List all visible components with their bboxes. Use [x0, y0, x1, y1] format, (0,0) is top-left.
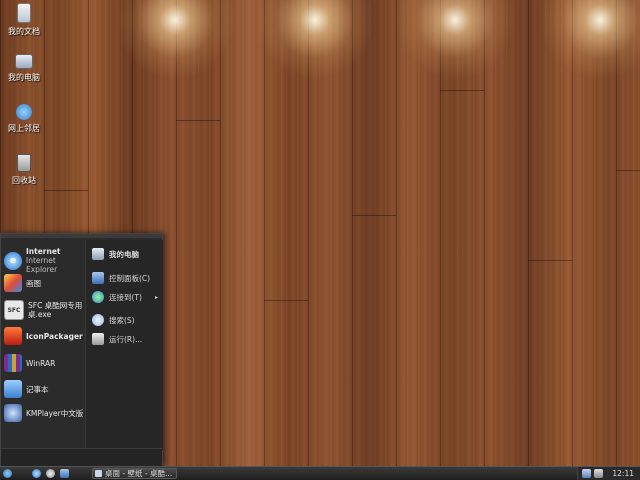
sfc-app-icon: SFC — [4, 300, 24, 320]
start-menu-header — [1, 234, 162, 238]
start-item-kmplayer[interactable]: KMPlayer中文版 — [4, 404, 83, 422]
plank-seam — [44, 190, 88, 191]
desktop-icon-my-documents[interactable]: 我的文档 — [4, 3, 44, 37]
start-item-connect-to[interactable]: 连接到(T) ▸ — [92, 291, 162, 303]
control-panel-icon — [92, 272, 104, 284]
ceiling-light — [540, 0, 640, 80]
start-menu: e Internet Internet Explorer 画图 SFC SFC … — [0, 233, 163, 466]
notepad-icon — [4, 380, 22, 398]
iconpackager-icon — [4, 327, 22, 345]
start-menu-footer — [1, 448, 162, 466]
tray-volume-icon[interactable] — [594, 469, 603, 478]
plank-seam — [528, 260, 572, 261]
desktop-icon-label: 我的电脑 — [8, 73, 40, 82]
paint-icon — [4, 274, 22, 292]
quicklaunch-desktop-icon[interactable] — [60, 469, 69, 478]
start-item-paint[interactable]: 画图 — [4, 274, 41, 292]
network-places-icon — [16, 104, 32, 120]
start-item-winrar[interactable]: WinRAR — [4, 354, 55, 372]
start-menu-places: 我的电脑 控制面板(C) 连接到(T) ▸ 搜索(S) 运行(R)... — [85, 240, 163, 450]
my-computer-icon — [15, 54, 33, 69]
start-item-search[interactable]: 搜索(S) — [92, 314, 135, 326]
desktop-icon-my-computer[interactable]: 我的电脑 — [4, 54, 44, 83]
start-item-control-panel[interactable]: 控制面板(C) — [92, 272, 150, 284]
kmplayer-icon — [4, 404, 22, 422]
search-icon — [92, 314, 104, 326]
quicklaunch-media-icon[interactable] — [46, 469, 55, 478]
start-item-internet-explorer[interactable]: e Internet Internet Explorer — [4, 247, 84, 274]
start-button[interactable] — [3, 469, 12, 478]
tray-network-icon[interactable] — [582, 469, 591, 478]
plank-seam — [440, 90, 484, 91]
plank-seam — [352, 215, 396, 216]
internet-explorer-icon: e — [4, 251, 22, 270]
plank-seam — [176, 120, 220, 121]
winrar-icon — [4, 354, 22, 372]
clock[interactable]: 12:11 — [612, 469, 634, 478]
recycle-bin-icon — [17, 154, 31, 172]
start-item-iconpackager[interactable]: IconPackager — [4, 327, 83, 345]
start-item-notepad[interactable]: 记事本 — [4, 380, 49, 398]
ceiling-light — [395, 0, 515, 80]
run-icon — [92, 333, 104, 345]
start-item-my-computer[interactable]: 我的电脑 — [92, 248, 139, 260]
my-computer-icon — [92, 248, 104, 260]
plank-seam — [264, 300, 308, 301]
connect-to-icon — [92, 291, 104, 303]
my-documents-icon — [17, 3, 31, 23]
system-tray: 12:11 — [577, 467, 640, 480]
desktop-icon-label: 网上邻居 — [8, 124, 40, 133]
ceiling-light — [115, 0, 235, 80]
desktop-icon-label: 回收站 — [12, 176, 36, 185]
start-menu-programs: e Internet Internet Explorer 画图 SFC SFC … — [1, 240, 84, 450]
taskbar-task-wallpaper[interactable]: 桌面 - 壁纸 - 桌酷... — [92, 468, 177, 479]
quicklaunch-ie-icon[interactable] — [32, 469, 41, 478]
desktop-icon-network[interactable]: 网上邻居 — [4, 104, 44, 134]
start-item-run[interactable]: 运行(R)... — [92, 333, 142, 345]
submenu-arrow-icon: ▸ — [154, 293, 158, 301]
ceiling-light — [255, 0, 375, 80]
start-item-sfc[interactable]: SFC SFC 桌酷网专用 桌.exe — [4, 300, 82, 320]
desktop-icon-recycle-bin[interactable]: 回收站 — [4, 154, 44, 186]
plank-seam — [616, 170, 640, 171]
desktop-icon-label: 我的文档 — [8, 27, 40, 36]
taskbar: 桌面 - 壁纸 - 桌酷... 12:11 — [0, 466, 640, 480]
window-icon — [95, 470, 102, 477]
